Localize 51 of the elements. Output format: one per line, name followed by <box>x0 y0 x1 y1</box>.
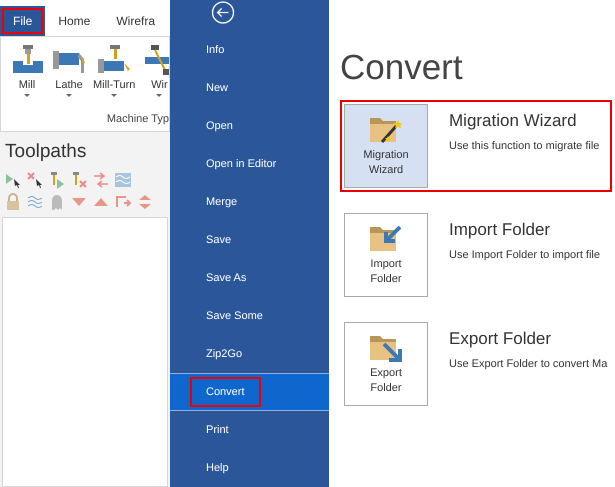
menu-item[interactable]: Info <box>170 31 329 69</box>
highlight-frame: Save As <box>190 262 248 294</box>
menu-item[interactable]: Merge <box>170 183 329 221</box>
highlight-frame: Save <box>190 224 234 256</box>
convert-option-button[interactable]: Export Folder <box>344 322 428 406</box>
ribbon-tab[interactable]: Home <box>45 6 104 36</box>
page-title: Convert <box>340 47 464 89</box>
highlight-frame: Save Some <box>190 300 265 332</box>
menu-item[interactable]: Open in Editor <box>170 145 329 183</box>
menu-item[interactable]: Zip2Go <box>170 335 329 373</box>
highlight-frame: Print <box>190 414 231 446</box>
menu-item[interactable]: Help <box>170 449 329 487</box>
option-description: Use Export Folder to convert Ma <box>449 356 608 372</box>
highlight-frame: Convert <box>190 376 261 408</box>
caret-icon <box>66 94 72 98</box>
option-description: Use Import Folder to import file <box>449 248 600 262</box>
highlight-frame: Open <box>190 110 235 142</box>
highlight-frame: Open in Editor <box>190 148 278 180</box>
menu-item[interactable]: Save <box>170 221 329 259</box>
waves-icon[interactable] <box>114 170 132 188</box>
swap-tools-icon[interactable] <box>92 170 110 188</box>
machine-button[interactable]: Mill-Turn <box>91 43 138 98</box>
cursor-x-icon[interactable] <box>26 170 44 188</box>
tool-x-icon[interactable] <box>70 170 88 188</box>
machine-button[interactable]: Mill <box>7 43 47 98</box>
option-title: Import Folder <box>449 219 552 241</box>
option-title: Migration Wizard <box>449 110 578 132</box>
menu-item[interactable]: Convert <box>170 373 329 411</box>
menu-item[interactable]: Open <box>170 107 329 145</box>
highlight-frame: Zip2Go <box>190 338 244 370</box>
option-title: Export Folder <box>449 328 552 350</box>
machine-button[interactable]: Wir <box>139 43 169 98</box>
highlight-frame: New <box>190 72 230 104</box>
caret-icon <box>111 94 118 98</box>
menu-item[interactable]: Save Some <box>170 297 329 335</box>
highlight-frame: Help <box>190 452 231 484</box>
menu-item[interactable]: New <box>170 69 329 107</box>
menu-item[interactable]: Print <box>170 411 329 449</box>
group-label: Machine Typ <box>106 112 169 126</box>
panel-title: Toolpaths <box>4 140 88 164</box>
machine-button[interactable]: Lathe <box>49 43 89 98</box>
highlight-frame: Info <box>190 34 226 66</box>
convert-option-button[interactable]: Import Folder <box>344 213 428 297</box>
option-description: Use this function to migrate file <box>449 138 600 154</box>
caret-icon <box>24 94 30 98</box>
highlight-frame: Merge <box>190 186 240 218</box>
menu-item[interactable]: Save As <box>170 259 329 297</box>
convert-option-button[interactable]: Migration Wizard <box>344 104 428 188</box>
caret-icon <box>156 94 162 98</box>
ribbon-tab[interactable]: Wirefra <box>103 6 168 36</box>
ribbon-tab[interactable]: File <box>0 6 46 36</box>
